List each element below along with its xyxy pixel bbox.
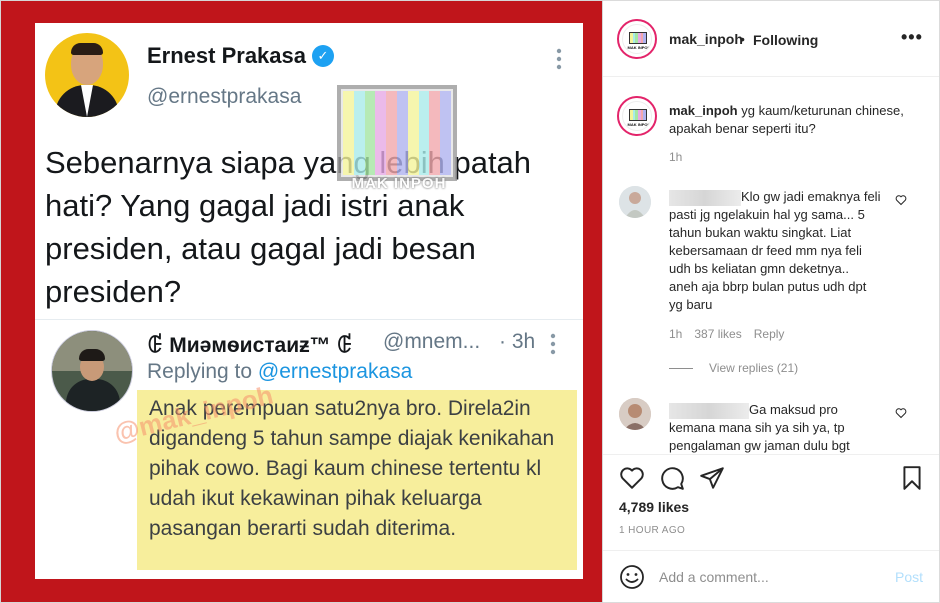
quoted-reply: ꂅ Mиәмѳиcтаиƶ™ ꂅ @mnem... · 3h Replying … — [35, 319, 583, 579]
caption-time[interactable]: 1h — [669, 150, 682, 164]
reply-author-handle: @mnem... — [383, 330, 481, 353]
more-vertical-icon — [543, 332, 563, 356]
tweet-card: Ernest Prakasa ✓ @ernestprakasa Sebenarn… — [35, 23, 583, 579]
avatar-bar — [643, 33, 647, 43]
watermark-bar — [353, 91, 365, 175]
reply-avatar — [51, 330, 133, 412]
add-comment-bar: Post — [603, 550, 939, 603]
share-send-icon[interactable] — [699, 465, 725, 491]
profile-avatar[interactable]: MAK INPOH — [617, 19, 657, 59]
comment-avatar[interactable] — [619, 186, 651, 218]
watermark-bar — [375, 91, 387, 175]
avatar-bar — [643, 110, 647, 120]
heart-icon[interactable] — [895, 194, 907, 209]
caption-username[interactable]: mak_inpoh — [669, 103, 738, 118]
heart-icon[interactable] — [895, 407, 907, 422]
watermark-bar — [429, 91, 441, 175]
replying-to: Replying to @ernestprakasa — [147, 360, 412, 384]
post-sidebar: MAK INPOH mak_inpoh • Following ••• MAK … — [603, 0, 940, 603]
watermark-bar — [440, 91, 451, 175]
avatar-label: MAK INPOH — [627, 122, 651, 127]
more-options-icon[interactable]: ••• — [901, 27, 923, 48]
watermark-bar — [364, 91, 376, 175]
like-heart-icon[interactable] — [619, 465, 645, 491]
avatar-label: MAK INPOH — [627, 45, 651, 50]
watermark-logo — [337, 85, 457, 181]
post-time-ago[interactable]: 1 HOUR AGO — [619, 525, 685, 536]
comment-avatar[interactable] — [619, 398, 651, 430]
comment-text: Klo gw jadi emaknya feli pasti jg ngelak… — [669, 189, 881, 312]
watermark-bar — [343, 91, 354, 175]
header-separator: • — [740, 31, 745, 47]
replying-prefix: Replying to — [147, 360, 258, 383]
bookmark-icon[interactable] — [899, 465, 925, 491]
watermark-bar — [407, 91, 419, 175]
comment-likes[interactable]: 387 likes — [694, 327, 741, 341]
reply-author-name: ꂅ Mиәмѳиcтаиƶ™ ꂅ — [147, 334, 353, 357]
header-username[interactable]: mak_inpoh — [669, 31, 743, 47]
comment-bubble-icon[interactable] — [659, 465, 685, 491]
tweet-author-name: Ernest Prakasa — [147, 43, 306, 68]
reply-button[interactable]: Reply — [754, 327, 785, 341]
reply-time: · 3h — [499, 330, 536, 353]
likes-count[interactable]: 4,789 likes — [619, 499, 689, 515]
caption-text: mak_inpoh yg kaum/keturunan chinese, apa… — [669, 102, 909, 138]
comment-text: Ga maksud pro kemana mana sih ya sih ya,… — [669, 402, 850, 453]
watermark-logo-text: MAK INPOH — [351, 175, 447, 192]
tweet-text: Sebenarnya siapa yang lebih patah hati? … — [45, 145, 532, 309]
comments-list[interactable]: MAK INPOH mak_inpoh yg kaum/keturunan ch… — [603, 78, 939, 454]
post-actions: 4,789 likes 1 HOUR AGO — [603, 454, 939, 550]
post-button[interactable]: Post — [895, 569, 923, 585]
replying-mention: @ernestprakasa — [257, 360, 413, 383]
comment-time[interactable]: 1h — [669, 327, 682, 341]
watermark-bar — [418, 91, 430, 175]
comment-meta: 1h 387 likes Reply — [669, 327, 796, 341]
view-replies-label: View replies (21) — [709, 361, 799, 375]
comment-input[interactable] — [659, 565, 879, 589]
caption-avatar[interactable]: MAK INPOH — [617, 96, 657, 136]
emoji-icon[interactable] — [619, 564, 645, 590]
watermark-bar — [396, 91, 408, 175]
view-replies-button[interactable]: View replies (21) — [669, 361, 798, 375]
tweet-avatar — [45, 33, 129, 117]
watermark-bar — [386, 91, 397, 175]
post-image[interactable]: Ernest Prakasa ✓ @ernestprakasa Sebenarn… — [0, 0, 603, 603]
more-vertical-icon — [549, 47, 569, 71]
following-button[interactable]: Following — [753, 32, 818, 48]
tweet-author-handle: @ernestprakasa — [147, 85, 302, 108]
verified-icon: ✓ — [312, 45, 334, 67]
post-header: MAK INPOH mak_inpoh • Following ••• — [603, 1, 939, 77]
